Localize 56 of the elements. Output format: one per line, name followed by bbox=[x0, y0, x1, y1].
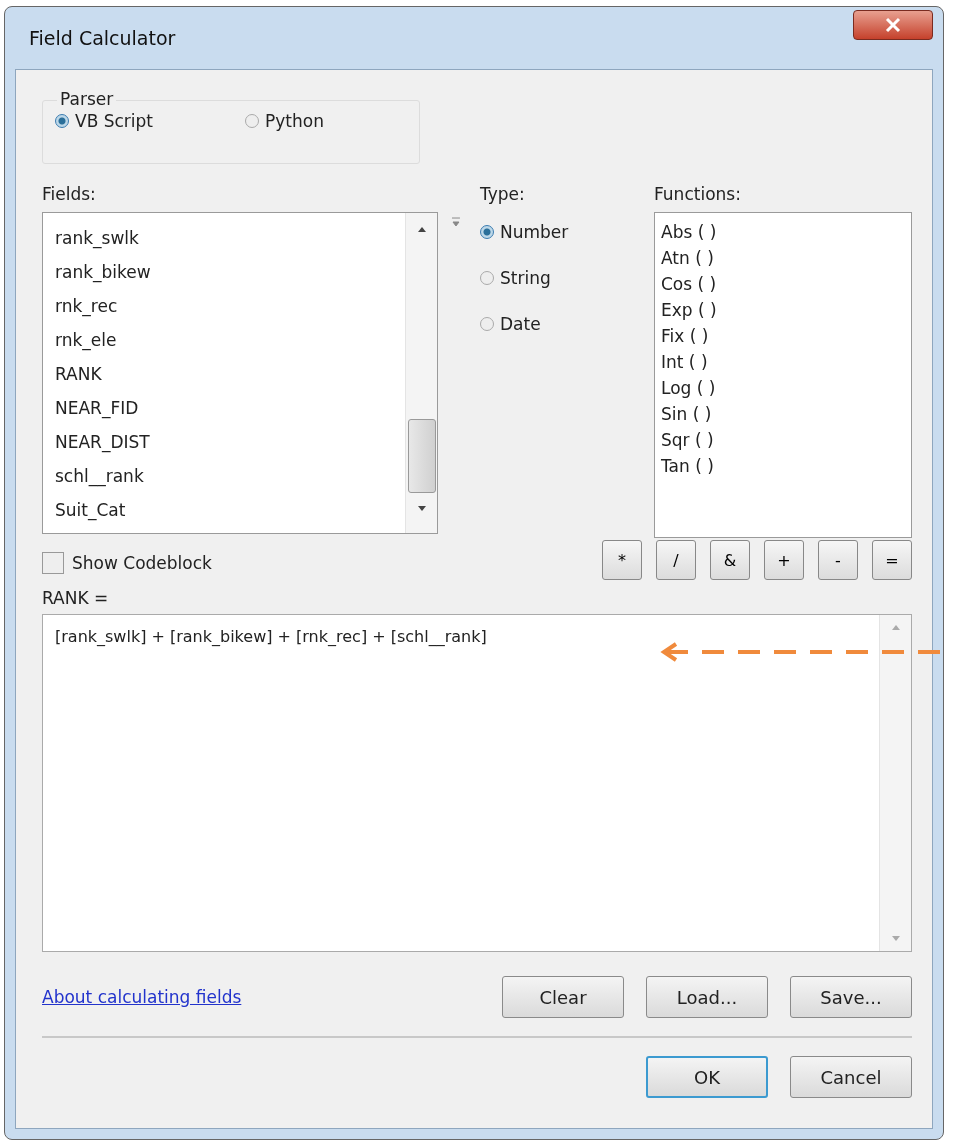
dialog-button[interactable]: Cancel bbox=[790, 1056, 912, 1098]
fields-label: Fields: bbox=[42, 183, 97, 206]
radio-button[interactable] bbox=[55, 114, 69, 128]
function-item[interactable]: Int ( ) bbox=[661, 349, 708, 375]
window-title: Field Calculator bbox=[28, 27, 176, 49]
dialog-button[interactable]: OK bbox=[646, 1056, 768, 1098]
close-button[interactable] bbox=[853, 10, 933, 40]
operator-button[interactable]: = bbox=[872, 540, 912, 580]
operator-button[interactable]: / bbox=[656, 540, 696, 580]
field-item[interactable]: rank_swlk bbox=[55, 221, 139, 255]
scrollbar[interactable] bbox=[405, 213, 438, 533]
field-item[interactable]: rank_bikew bbox=[55, 255, 151, 289]
function-item[interactable]: Tan ( ) bbox=[661, 453, 714, 479]
dialog-button[interactable]: Load... bbox=[646, 976, 768, 1018]
radio-button[interactable] bbox=[245, 114, 259, 128]
operator-button[interactable]: - bbox=[818, 540, 858, 580]
close-icon bbox=[884, 17, 902, 33]
expression-field[interactable]: [rank_swlk] + [rank_bikew] + [rnk_rec] + [schl__rank] bbox=[42, 614, 912, 952]
expression-text: [rank_swlk] + [rank_bikew] + [rnk_rec] + [schl__rank] bbox=[54, 626, 488, 649]
function-item[interactable]: Sqr ( ) bbox=[661, 427, 714, 453]
field-item[interactable]: Suit_Cat bbox=[55, 493, 126, 527]
operator-button[interactable]: & bbox=[710, 540, 750, 580]
scroll-up-icon[interactable] bbox=[415, 225, 428, 233]
function-item[interactable]: Cos ( ) bbox=[661, 271, 717, 297]
checkbox-label: Show Codeblock bbox=[72, 553, 212, 573]
dialog-button[interactable]: Save... bbox=[790, 976, 912, 1018]
operator-button[interactable]: * bbox=[602, 540, 642, 580]
function-item[interactable]: Log ( ) bbox=[661, 375, 716, 401]
scroll-down-icon[interactable] bbox=[415, 505, 428, 513]
field-item[interactable]: RANK bbox=[55, 357, 102, 391]
function-item[interactable]: Atn ( ) bbox=[661, 245, 714, 271]
radio-label: VB Script bbox=[75, 111, 153, 131]
radio-label: Number bbox=[500, 222, 569, 242]
radio-label: String bbox=[500, 268, 551, 288]
dialog-button[interactable]: Clear bbox=[502, 976, 624, 1018]
function-item[interactable]: Sin ( ) bbox=[661, 401, 712, 427]
help-link[interactable]: About calculating fields bbox=[42, 987, 242, 1007]
function-item[interactable]: Fix ( ) bbox=[661, 323, 709, 349]
radio-button[interactable] bbox=[480, 317, 494, 331]
function-item[interactable]: Abs ( ) bbox=[661, 219, 717, 245]
scroll-thumb[interactable] bbox=[407, 419, 436, 493]
type-label: Type: bbox=[480, 183, 526, 206]
operator-button[interactable]: + bbox=[764, 540, 804, 580]
checkbox[interactable] bbox=[42, 552, 64, 574]
field-item[interactable]: rnk_rec bbox=[55, 289, 118, 323]
radio-button[interactable] bbox=[480, 225, 494, 239]
radio-label: Date bbox=[500, 314, 541, 334]
radio-button[interactable] bbox=[480, 271, 494, 285]
radio-label: Python bbox=[265, 111, 324, 131]
expression-label: RANK = bbox=[42, 587, 110, 610]
field-item[interactable]: NEAR_FID bbox=[55, 391, 139, 425]
function-item[interactable]: Exp ( ) bbox=[661, 297, 717, 323]
field-item[interactable]: schl__rank bbox=[55, 459, 144, 493]
functions-label: Functions: bbox=[654, 183, 742, 206]
field-item[interactable]: rnk_ele bbox=[55, 323, 117, 357]
field-item[interactable]: NEAR_DIST bbox=[55, 425, 150, 459]
